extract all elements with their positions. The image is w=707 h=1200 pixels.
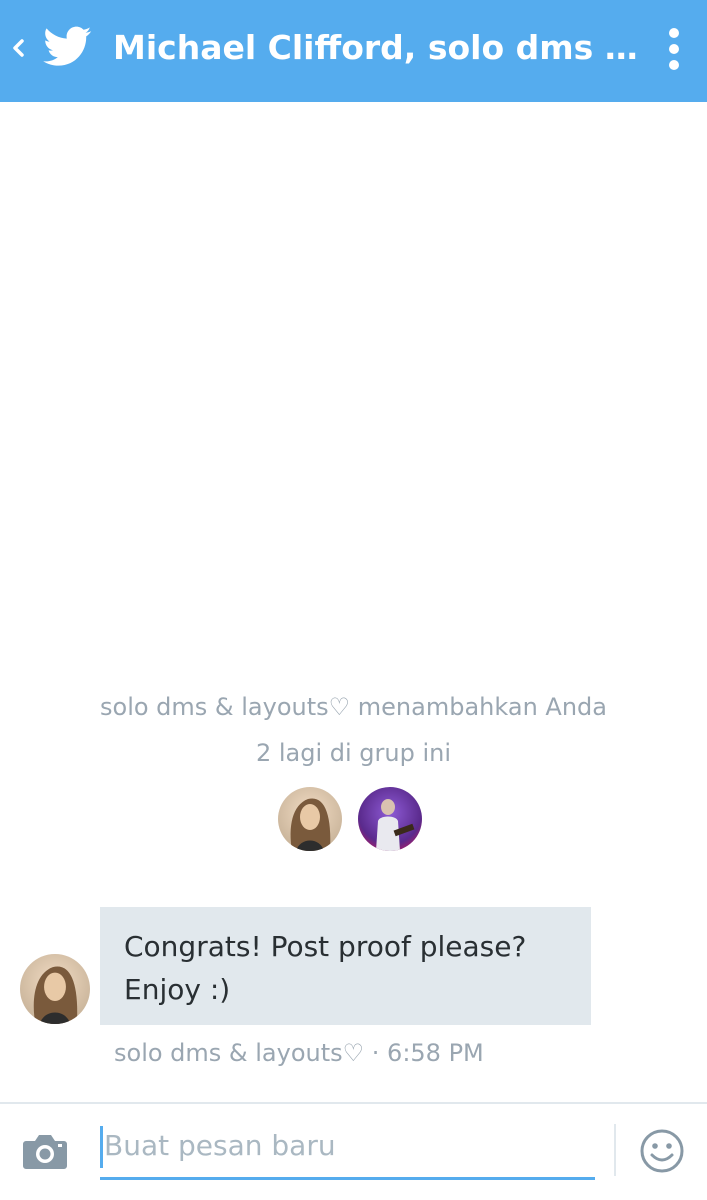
more-vert-icon[interactable] [662,26,686,72]
app-header: Michael Clifford, solo dms & layouts♡ [0,0,707,102]
message-meta: solo dms & layouts♡ · 6:58 PM [114,1039,484,1067]
message-input[interactable] [100,1120,595,1180]
camera-icon[interactable] [22,1131,68,1171]
message-composer [0,1102,707,1200]
chevron-left-icon[interactable] [10,32,26,64]
group-added-notice: solo dms & layouts♡ menambahkan Anda [100,693,607,721]
conversation-title: Michael Clifford, solo dms & layouts♡ [113,28,638,67]
group-members-count: 2 lagi di grup ini [255,739,452,767]
composer-divider [614,1124,616,1176]
message-bubble[interactable]: Congrats! Post proof please? Enjoy :) [100,907,591,1025]
emoji-icon[interactable] [639,1128,685,1174]
text-cursor [100,1126,103,1168]
member-avatar[interactable] [358,787,422,851]
twitter-bird-icon [43,26,92,66]
sender-avatar[interactable] [20,954,90,1024]
member-avatar[interactable] [278,787,342,851]
